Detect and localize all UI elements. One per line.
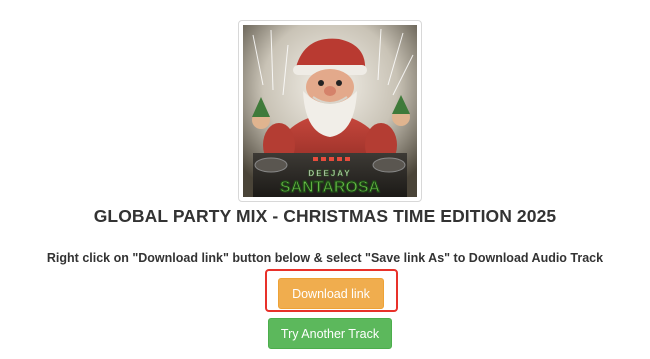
track-title: GLOBAL PARTY MIX - CHRISTMAS TIME EDITIO… bbox=[93, 206, 557, 226]
album-cover-image: DEEJAY SANTAROSA bbox=[243, 25, 417, 197]
album-cover-frame: DEEJAY SANTAROSA bbox=[238, 20, 422, 202]
svg-text:SANTAROSA: SANTAROSA bbox=[280, 179, 381, 196]
download-link-button[interactable]: Download link bbox=[278, 278, 384, 309]
page: DEEJAY SANTAROSA GLOBAL PARTY MIX - CHRI… bbox=[0, 0, 650, 359]
svg-text:DEEJAY: DEEJAY bbox=[308, 169, 351, 178]
download-instruction: Right click on "Download link" button be… bbox=[46, 251, 604, 265]
try-another-track-button[interactable]: Try Another Track bbox=[268, 318, 392, 349]
